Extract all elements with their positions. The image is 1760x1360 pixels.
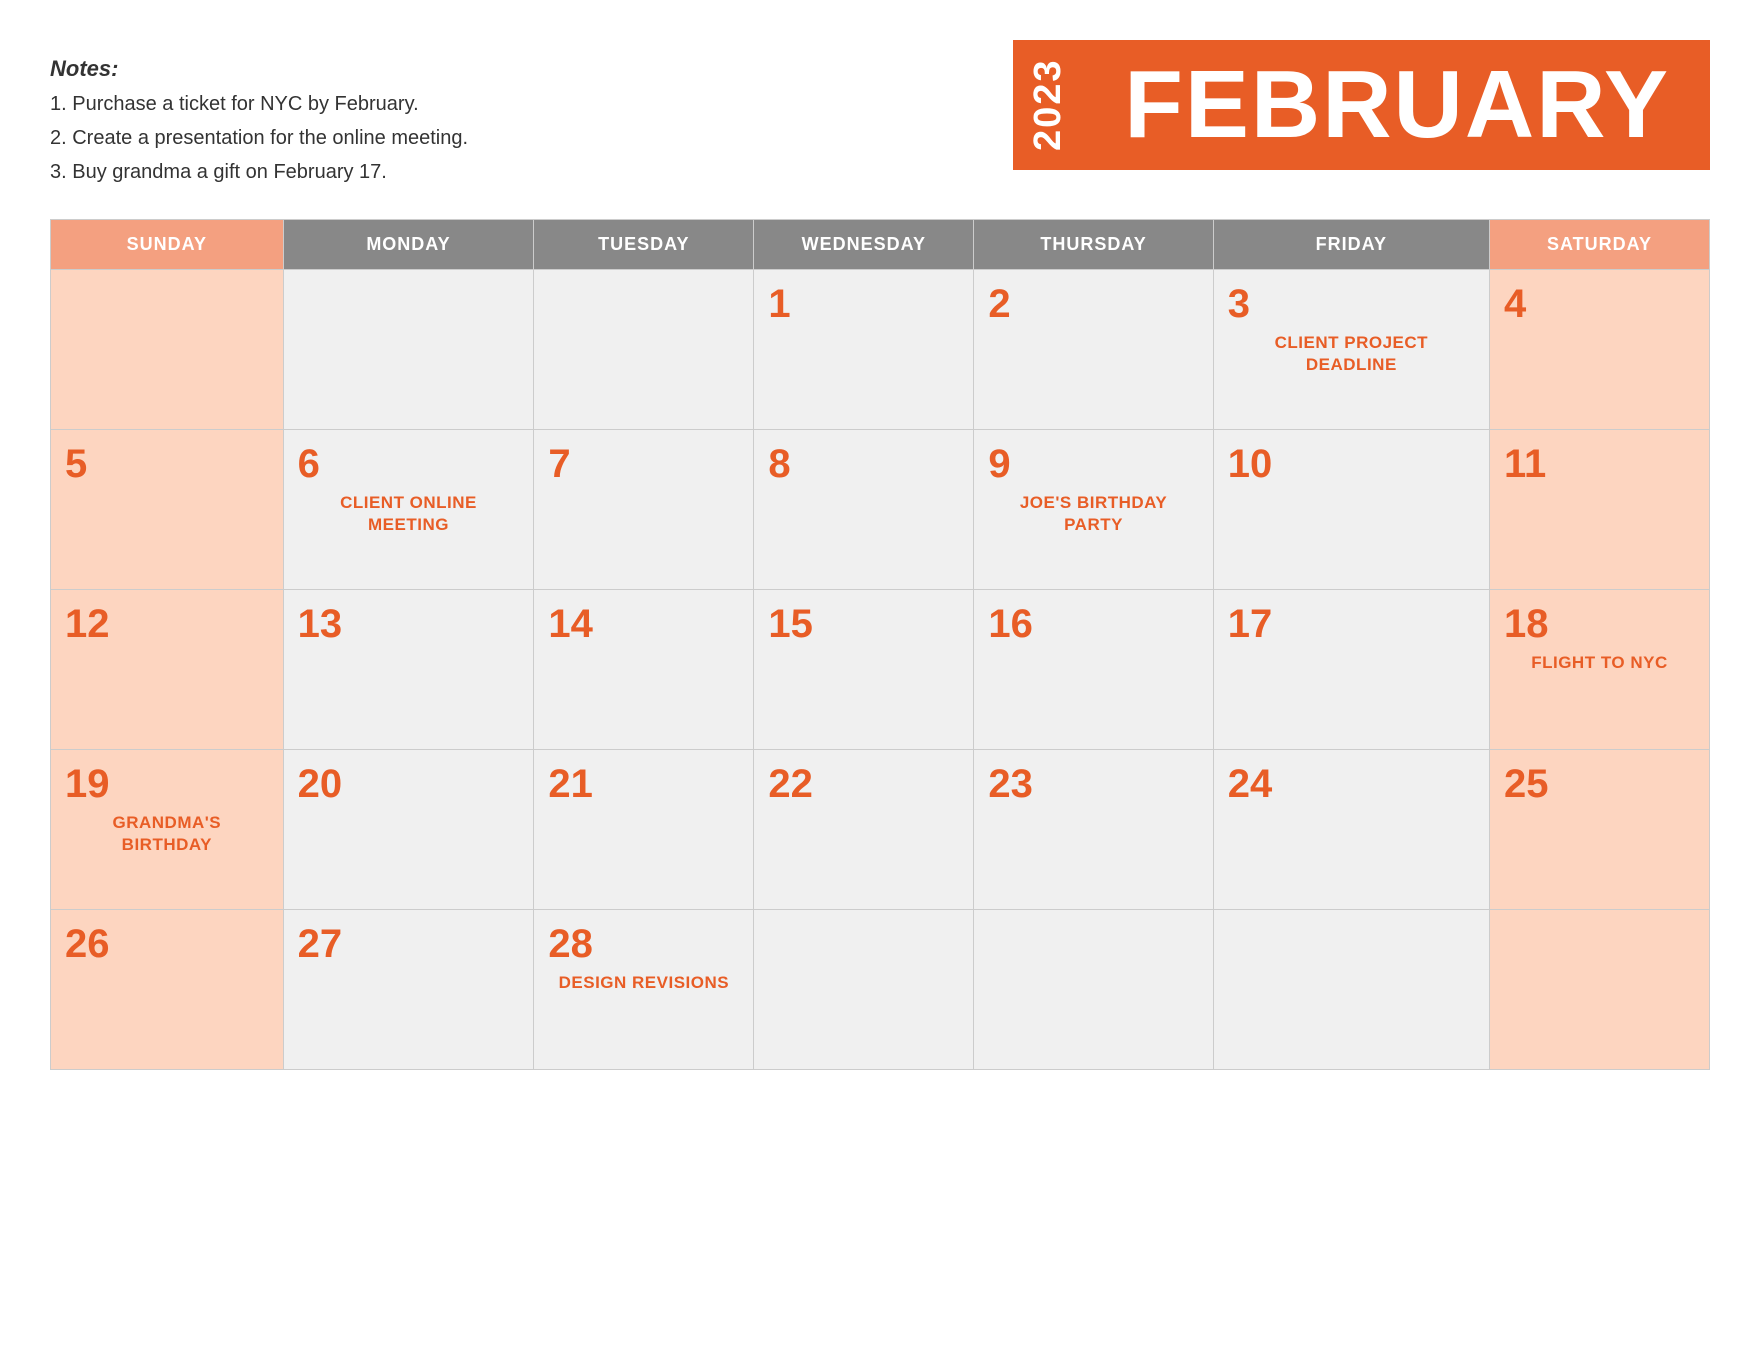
day-number: 3 [1228,282,1475,326]
note-3: 3. Buy grandma a gift on February 17. [50,161,387,183]
calendar-cell: 23 [974,750,1213,910]
calendar-cell: 14 [534,590,754,750]
calendar-cell: 18 FLIGHT TO NYC [1489,590,1709,750]
calendar-cell [534,270,754,430]
week-row-3: 12 13 14 15 16 17 18 FLIGHT TO NYC [51,590,1710,750]
calendar-wrapper: SUNDAYMONDAYTUESDAYWEDNESDAYTHURSDAYFRID… [50,219,1710,1070]
calendar-cell [754,910,974,1070]
day-number: 6 [298,442,520,486]
week-row-5: 26 27 28 DESIGN REVISIONS [51,910,1710,1070]
day-number: 10 [1228,442,1475,486]
col-header-monday: MONDAY [283,220,534,270]
calendar-cell: 11 [1489,430,1709,590]
day-number: 20 [298,762,520,806]
calendar-cell: 7 [534,430,754,590]
year-badge: 2023 [1013,40,1084,170]
calendar-cell: 16 [974,590,1213,750]
calendar-cell: 27 [283,910,534,1070]
calendar-cell: 22 [754,750,974,910]
calendar-cell: 10 [1213,430,1489,590]
day-number: 24 [1228,762,1475,806]
calendar-cell: 19 GRANDMA'S BIRTHDAY [51,750,284,910]
day-number: 23 [988,762,1198,806]
day-number: 21 [548,762,739,806]
day-number: 12 [65,602,269,646]
day-number: 18 [1504,602,1695,646]
day-number: 5 [65,442,269,486]
day-number: 13 [298,602,520,646]
calendar-cell: 26 [51,910,284,1070]
calendar-cell: 21 [534,750,754,910]
event-label: JOE'S BIRTHDAY PARTY [988,492,1198,536]
month-title: FEBRUARY [1084,40,1710,170]
calendar-cell: 9 JOE'S BIRTHDAY PARTY [974,430,1213,590]
calendar-cell: 17 [1213,590,1489,750]
calendar-cell: 12 [51,590,284,750]
col-header-wednesday: WEDNESDAY [754,220,974,270]
calendar-grid: SUNDAYMONDAYTUESDAYWEDNESDAYTHURSDAYFRID… [50,219,1710,1070]
calendar-cell [1213,910,1489,1070]
calendar-cell: 2 [974,270,1213,430]
event-label: FLIGHT TO NYC [1504,652,1695,674]
week-row-1: 123 CLIENT PROJECT DEADLINE 4 [51,270,1710,430]
day-number: 11 [1504,442,1695,486]
calendar-header-row: SUNDAYMONDAYTUESDAYWEDNESDAYTHURSDAYFRID… [51,220,1710,270]
week-row-2: 56 CLIENT ONLINE MEETING 789 JOE'S BIRTHDAY… [51,430,1710,590]
calendar-cell: 28 DESIGN REVISIONS [534,910,754,1070]
calendar-cell: 5 [51,430,284,590]
calendar-cell [1489,910,1709,1070]
calendar-cell [51,270,284,430]
day-number: 26 [65,922,269,966]
day-number: 4 [1504,282,1695,326]
event-label: CLIENT ONLINE MEETING [298,492,520,536]
day-number: 16 [988,602,1198,646]
col-header-tuesday: TUESDAY [534,220,754,270]
calendar-header: 2023 FEBRUARY [1013,40,1710,170]
week-row-4: 19 GRANDMA'S BIRTHDAY 20 21 22 23 24 25 [51,750,1710,910]
calendar-cell: 6 CLIENT ONLINE MEETING [283,430,534,590]
calendar-cell: 15 [754,590,974,750]
col-header-saturday: SATURDAY [1489,220,1709,270]
col-header-thursday: THURSDAY [974,220,1213,270]
day-number: 9 [988,442,1198,486]
calendar-cell: 25 [1489,750,1709,910]
day-number: 17 [1228,602,1475,646]
calendar-cell [974,910,1213,1070]
notes-title: Notes: [50,56,118,81]
calendar-cell: 3 CLIENT PROJECT DEADLINE [1213,270,1489,430]
note-1: 1. Purchase a ticket for NYC by February… [50,93,419,115]
calendar-cell: 4 [1489,270,1709,430]
event-label: GRANDMA'S BIRTHDAY [65,812,269,856]
calendar-cell: 20 [283,750,534,910]
calendar-body: 123CLIENT PROJECT DEADLINE456CLIENT ONLI… [51,270,1710,1070]
top-section: Notes: 1. Purchase a ticket for NYC by F… [50,40,1710,189]
event-label: DESIGN REVISIONS [548,972,739,994]
day-number: 2 [988,282,1198,326]
calendar-cell [283,270,534,430]
calendar-cell: 24 [1213,750,1489,910]
day-number: 22 [768,762,959,806]
day-number: 25 [1504,762,1695,806]
calendar-cell: 1 [754,270,974,430]
calendar-cell: 13 [283,590,534,750]
note-2: 2. Create a presentation for the online … [50,127,468,149]
event-label: CLIENT PROJECT DEADLINE [1228,332,1475,376]
day-number: 14 [548,602,739,646]
col-header-friday: FRIDAY [1213,220,1489,270]
notes-section: Notes: 1. Purchase a ticket for NYC by F… [50,40,468,189]
day-number: 27 [298,922,520,966]
day-number: 15 [768,602,959,646]
day-number: 8 [768,442,959,486]
day-number: 19 [65,762,269,806]
calendar-cell: 8 [754,430,974,590]
col-header-sunday: SUNDAY [51,220,284,270]
day-number: 28 [548,922,739,966]
day-number: 7 [548,442,739,486]
day-number: 1 [768,282,959,326]
